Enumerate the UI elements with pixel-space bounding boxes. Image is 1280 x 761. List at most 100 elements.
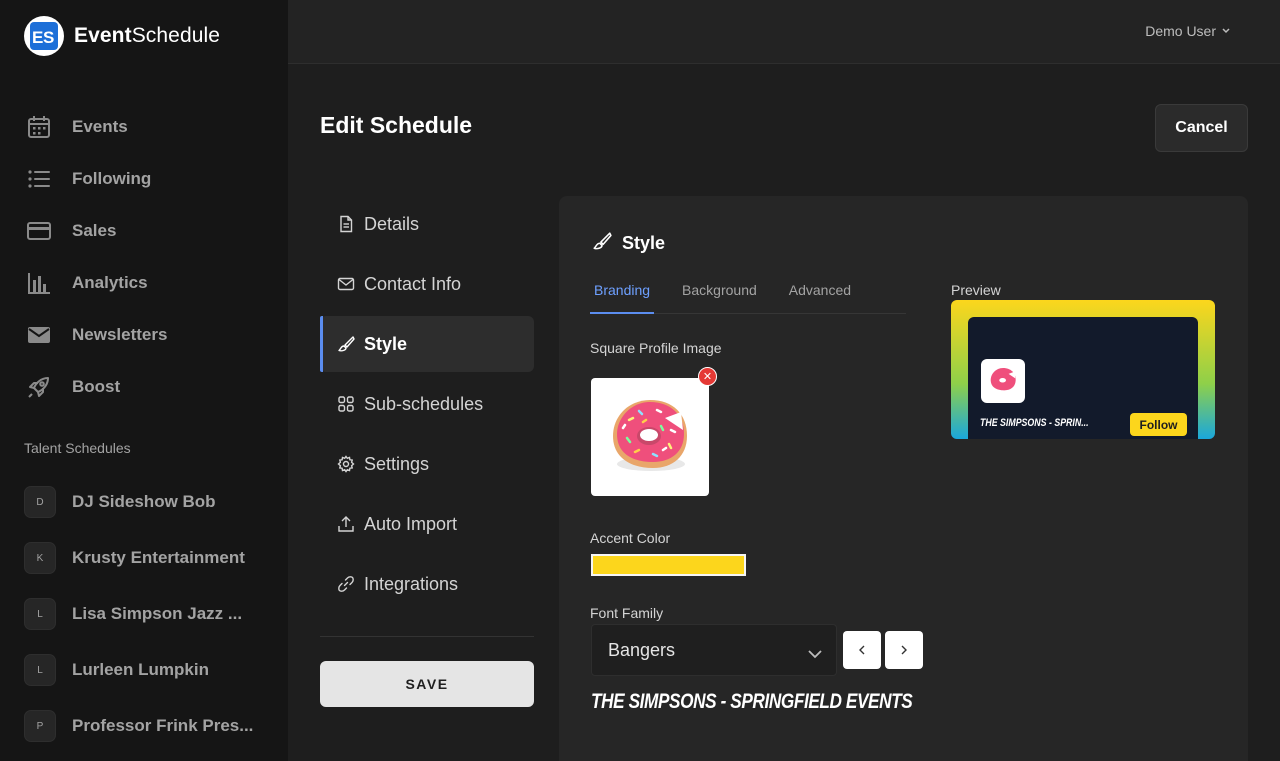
credit-card-icon <box>24 216 54 246</box>
talent-name: Lurleen Lumpkin <box>72 660 209 679</box>
svg-text:S: S <box>43 28 54 47</box>
bar-chart-icon <box>24 268 54 298</box>
envelope-icon <box>336 274 356 294</box>
nav-item-following[interactable]: Following <box>24 153 167 205</box>
subnav-item-settings[interactable]: Settings <box>320 436 534 492</box>
gear-icon <box>336 454 356 474</box>
sidebar: E S EventSchedule Events Following Sales <box>0 0 288 761</box>
font-prev-button[interactable] <box>843 631 881 669</box>
page-title: Edit Schedule <box>320 112 473 138</box>
talent-name: Krusty Entertainment <box>72 548 245 567</box>
card-title: Style <box>592 231 665 256</box>
cancel-button[interactable]: Cancel <box>1155 104 1248 152</box>
nav-item-newsletters[interactable]: Newsletters <box>24 309 167 361</box>
grid-icon <box>336 394 356 414</box>
user-name: Demo User <box>1145 23 1216 39</box>
talent-list: D DJ Sideshow Bob K Krusty Entertainment… <box>24 474 253 754</box>
talent-item[interactable]: K Krusty Entertainment <box>24 530 253 586</box>
preview-panel: THE SIMPSONS - SPRIN... Follow <box>968 317 1198 439</box>
chevron-left-icon <box>859 645 865 655</box>
font-next-button[interactable] <box>885 631 923 669</box>
talent-item[interactable]: D DJ Sideshow Bob <box>24 474 253 530</box>
brush-icon <box>592 231 612 256</box>
chevron-down-icon <box>1222 26 1230 37</box>
chevron-right-icon <box>901 645 907 655</box>
accent-color-input[interactable] <box>591 554 746 576</box>
subnav-item-auto-import[interactable]: Auto Import <box>320 496 534 552</box>
subnav-label: Contact Info <box>364 273 462 294</box>
nav-label: Events <box>72 117 128 136</box>
talent-name: Professor Frink Pres... <box>72 716 254 735</box>
preview-avatar <box>981 359 1025 403</box>
save-button[interactable]: SAVE <box>320 661 534 707</box>
nav-item-boost[interactable]: Boost <box>24 361 167 413</box>
schedule-preview: THE SIMPSONS - SPRIN... Follow <box>951 300 1215 439</box>
subnav-label: Auto Import <box>364 513 458 534</box>
style-tabs: Branding Background Advanced <box>590 276 906 314</box>
schedule-subnav: Details Contact Info Style Sub-schedules… <box>320 196 534 616</box>
nav-item-sales[interactable]: Sales <box>24 205 167 257</box>
talent-name: Lisa Simpson Jazz ... <box>72 604 243 623</box>
nav-label: Boost <box>72 377 121 396</box>
nav-item-analytics[interactable]: Analytics <box>24 257 167 309</box>
main-nav: Events Following Sales Analytics Newslet… <box>24 101 167 413</box>
talent-avatar: L <box>24 598 56 630</box>
subnav-label: Sub-schedules <box>364 393 484 414</box>
preview-label: Preview <box>951 282 1001 298</box>
envelope-icon <box>24 320 54 350</box>
subnav-label: Integrations <box>364 573 459 594</box>
profile-image-label: Square Profile Image <box>590 340 722 356</box>
user-menu[interactable]: Demo User <box>1145 23 1230 39</box>
profile-image[interactable] <box>591 378 709 496</box>
document-icon <box>336 214 356 234</box>
accent-color-label: Accent Color <box>590 530 671 546</box>
talent-name: DJ Sideshow Bob <box>72 492 216 511</box>
talent-item[interactable]: P Professor Frink Pres... <box>24 698 253 754</box>
topbar: Demo User <box>288 0 1280 64</box>
style-card: Style Branding Background Advanced Squar… <box>559 196 1248 761</box>
preview-schedule-name: THE SIMPSONS - SPRIN... <box>980 417 1089 429</box>
subnav-label: Settings <box>364 453 430 474</box>
calendar-icon <box>24 112 54 142</box>
tab-branding[interactable]: Branding <box>590 276 655 314</box>
nav-label: Following <box>72 169 152 188</box>
remove-image-icon[interactable]: ✕ <box>698 367 717 386</box>
subnav-item-contact-info[interactable]: Contact Info <box>320 256 534 312</box>
talent-avatar: P <box>24 710 56 742</box>
talent-avatar: L <box>24 654 56 686</box>
chevron-down-icon <box>808 643 822 664</box>
link-icon <box>336 574 356 594</box>
font-family-value: Bangers <box>608 639 676 660</box>
brand[interactable]: E S EventSchedule <box>24 16 220 56</box>
brand-name: EventSchedule <box>74 24 221 47</box>
nav-label: Analytics <box>72 273 148 292</box>
follow-button[interactable]: Follow <box>1130 413 1187 436</box>
font-family-select[interactable]: Bangers <box>591 624 837 676</box>
subnav-item-integrations[interactable]: Integrations <box>320 556 534 612</box>
subnav-item-style[interactable]: Style <box>320 316 534 372</box>
svg-text:E: E <box>32 28 43 47</box>
talent-schedules-heading: Talent Schedules <box>24 440 131 456</box>
card-title-label: Style <box>622 233 666 253</box>
subnav-label: Details <box>364 213 420 234</box>
talent-item[interactable]: L Lurleen Lumpkin <box>24 642 253 698</box>
subnav-label: Style <box>364 333 408 354</box>
subnav-item-details[interactable]: Details <box>320 196 534 252</box>
upload-icon <box>336 514 356 534</box>
subnav-divider <box>320 636 534 637</box>
font-family-label: Font Family <box>590 605 664 621</box>
nav-label: Newsletters <box>72 325 168 344</box>
nav-item-events[interactable]: Events <box>24 101 167 153</box>
logo: E S <box>24 16 64 56</box>
talent-avatar: D <box>24 486 56 518</box>
talent-avatar: K <box>24 542 56 574</box>
brush-icon <box>336 334 356 354</box>
list-icon <box>24 164 54 194</box>
talent-item[interactable]: L Lisa Simpson Jazz ... <box>24 586 253 642</box>
tab-advanced[interactable]: Advanced <box>785 276 855 314</box>
font-preview-text: THE SIMPSONS - SPRINGFIELD EVENTS <box>591 690 913 713</box>
nav-label: Sales <box>72 221 117 240</box>
subnav-item-sub-schedules[interactable]: Sub-schedules <box>320 376 534 432</box>
rocket-icon <box>24 372 54 402</box>
tab-background[interactable]: Background <box>678 276 761 314</box>
